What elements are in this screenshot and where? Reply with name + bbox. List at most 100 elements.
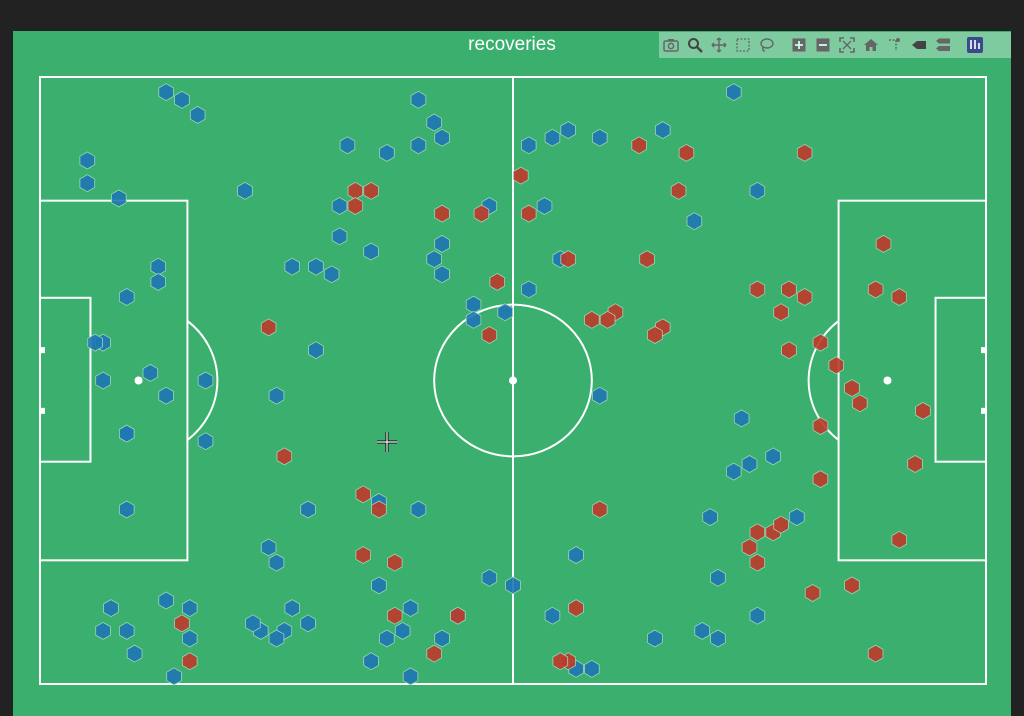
recovery-point-series-1[interactable] (796, 143, 813, 162)
recovery-point-series-0[interactable] (434, 128, 450, 147)
recovery-point-series-0[interactable] (323, 265, 340, 284)
recovery-point-series-1[interactable] (386, 606, 403, 625)
recovery-point-series-0[interactable] (655, 121, 671, 140)
recovery-point-series-0[interactable] (158, 83, 174, 102)
recovery-point-series-1[interactable] (426, 644, 442, 663)
recovery-point-series-0[interactable] (339, 136, 356, 155)
recovery-point-series-1[interactable] (773, 515, 789, 534)
recovery-point-series-1[interactable] (678, 143, 695, 162)
recovery-point-series-1[interactable] (915, 401, 931, 420)
plot-area[interactable]: recoveries (13, 31, 1011, 716)
recovery-point-series-0[interactable] (568, 546, 584, 564)
camera-icon[interactable] (659, 32, 683, 58)
recovery-point-series-1[interactable] (781, 341, 797, 360)
autoscale-icon[interactable] (835, 32, 859, 58)
recovery-point-series-1[interactable] (907, 455, 923, 473)
recovery-point-series-1[interactable] (599, 310, 616, 329)
recovery-point-series-0[interactable] (79, 151, 96, 170)
recovery-point-series-1[interactable] (749, 553, 766, 572)
recovery-point-series-0[interactable] (402, 599, 419, 618)
reset-icon[interactable] (859, 32, 883, 58)
recovery-point-series-1[interactable] (371, 500, 387, 519)
recovery-point-series-0[interactable] (181, 629, 198, 648)
recovery-point-series-0[interactable] (142, 363, 159, 382)
recovery-point-series-0[interactable] (363, 652, 379, 671)
recovery-point-series-0[interactable] (308, 257, 324, 276)
hover-closest-icon[interactable] (907, 32, 931, 58)
recovery-point-series-0[interactable] (410, 90, 427, 109)
recovery-point-series-0[interactable] (371, 576, 387, 595)
recovery-point-series-0[interactable] (544, 606, 561, 625)
recovery-point-series-0[interactable] (379, 143, 395, 162)
recovery-point-series-0[interactable] (592, 386, 608, 405)
recovery-point-series-0[interactable] (741, 455, 758, 473)
recovery-point-series-0[interactable] (119, 500, 135, 519)
recovery-point-series-0[interactable] (103, 599, 119, 618)
zoom-icon[interactable] (683, 32, 707, 58)
recovery-point-series-1[interactable] (355, 546, 372, 564)
lasso-icon[interactable] (755, 32, 779, 58)
recovery-point-series-0[interactable] (379, 629, 395, 648)
recovery-point-series-0[interactable] (189, 105, 206, 124)
recovery-point-series-0[interactable] (95, 621, 111, 640)
recovery-point-series-1[interactable] (363, 181, 379, 200)
recovery-point-series-1[interactable] (450, 606, 466, 625)
recovery-point-series-0[interactable] (119, 424, 135, 443)
recovery-point-series-1[interactable] (804, 584, 821, 602)
recovery-point-series-0[interactable] (536, 197, 553, 215)
recovery-point-series-0[interactable] (150, 272, 167, 291)
recovery-point-series-0[interactable] (426, 250, 442, 269)
recovery-point-series-1[interactable] (812, 417, 829, 435)
recovery-point-series-1[interactable] (276, 447, 293, 466)
recovery-point-series-1[interactable] (355, 485, 372, 504)
recovery-point-series-1[interactable] (347, 197, 364, 215)
recovery-point-series-0[interactable] (434, 234, 450, 253)
recovery-point-series-1[interactable] (828, 356, 844, 375)
recovery-point-series-1[interactable] (891, 530, 907, 549)
recovery-point-series-0[interactable] (434, 629, 450, 648)
recovery-point-series-1[interactable] (386, 553, 403, 572)
recovery-point-series-0[interactable] (174, 90, 190, 109)
recovery-point-series-0[interactable] (686, 212, 703, 231)
recovery-point-series-1[interactable] (812, 470, 829, 489)
recovery-point-series-1[interactable] (631, 136, 647, 155)
zoom-out-icon[interactable] (811, 32, 835, 58)
hover-compare-icon[interactable] (931, 32, 955, 58)
recovery-point-series-1[interactable] (481, 326, 498, 344)
recovery-point-series-0[interactable] (710, 568, 726, 587)
recovery-point-series-0[interactable] (434, 265, 450, 284)
recovery-point-series-0[interactable] (749, 606, 766, 625)
recovery-point-series-1[interactable] (513, 166, 529, 185)
recovery-point-series-0[interactable] (726, 462, 742, 481)
recovery-point-series-1[interactable] (875, 234, 892, 253)
recovery-point-series-1[interactable] (473, 204, 490, 223)
recovery-point-series-0[interactable] (284, 257, 301, 276)
recovery-point-series-0[interactable] (726, 83, 742, 102)
recovery-point-series-1[interactable] (796, 288, 813, 306)
recovery-point-series-0[interactable] (584, 659, 600, 678)
recovery-point-series-1[interactable] (434, 204, 450, 223)
recovery-point-series-0[interactable] (647, 629, 663, 648)
recovery-point-series-0[interactable] (150, 257, 167, 276)
recovery-point-series-0[interactable] (95, 371, 111, 390)
recovery-point-series-0[interactable] (765, 447, 781, 466)
pan-icon[interactable] (707, 32, 731, 58)
recovery-point-series-1[interactable] (867, 280, 884, 299)
recovery-point-series-1[interactable] (592, 500, 608, 519)
recovery-point-series-1[interactable] (584, 310, 600, 329)
recovery-point-series-0[interactable] (331, 227, 348, 246)
pitch-svg[interactable] (13, 31, 1011, 716)
recovery-point-series-0[interactable] (733, 409, 750, 428)
recovery-point-series-0[interactable] (268, 629, 285, 648)
recovery-point-series-1[interactable] (520, 204, 537, 223)
zoom-in-icon[interactable] (787, 32, 811, 58)
recovery-point-series-0[interactable] (166, 667, 182, 686)
recovery-point-series-1[interactable] (844, 576, 860, 595)
recovery-point-series-0[interactable] (158, 386, 174, 405)
recovery-point-series-1[interactable] (670, 181, 687, 200)
recovery-point-series-1[interactable] (741, 538, 758, 557)
recovery-point-series-0[interactable] (308, 341, 324, 360)
recovery-point-series-1[interactable] (260, 318, 277, 337)
recovery-point-series-1[interactable] (489, 272, 506, 291)
recovery-point-series-0[interactable] (237, 181, 253, 200)
